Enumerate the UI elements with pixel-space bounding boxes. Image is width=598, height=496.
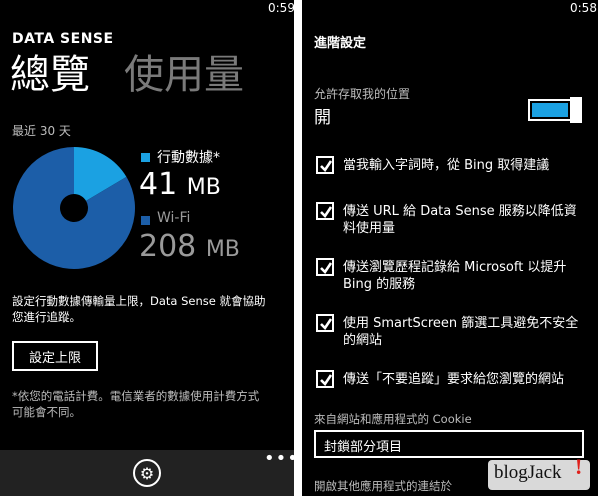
location-label: 允許存取我的位置 (314, 87, 411, 101)
pivot-usage[interactable]: 使用量 (124, 49, 244, 101)
cellular-swatch (141, 153, 150, 162)
checkbox-browsing-history[interactable] (316, 258, 334, 276)
toggle-fill (532, 103, 568, 117)
cookie-select[interactable]: 封鎖部分項目 (314, 430, 584, 458)
gear-icon[interactable]: ⚙ (133, 459, 161, 487)
checkbox-bing-suggestions[interactable] (316, 156, 334, 174)
checkbox-data-sense-url[interactable] (316, 202, 334, 220)
toggle-thumb (570, 97, 582, 123)
footnote: *依您的電話計費。電信業者的數據使用計費方式 可能會不同。 (12, 389, 260, 419)
set-limit-button[interactable]: 設定上限 (12, 341, 98, 371)
location-state: 開 (314, 108, 331, 128)
status-clock: 0:59 (268, 1, 294, 15)
status-clock: 0:58 (570, 1, 597, 15)
option-browsing-history-label: 傳送瀏覽歷程記錄給 Microsoft 以提升 Bing 的服務 (343, 260, 567, 292)
pivot-overview[interactable]: 總覽 (10, 49, 90, 101)
option-bing-suggestions-label: 當我輸入字詞時，從 Bing 取得建議 (343, 158, 550, 173)
usage-pie-chart (12, 147, 136, 269)
data-sense-screen: 0:59 DATA SENSE 總覽 使用量 最近 30 天 行動數據* 41 … (0, 0, 294, 496)
ellipsis-icon[interactable]: ••• (264, 448, 294, 469)
location-toggle[interactable] (528, 97, 582, 123)
wifi-swatch (141, 216, 150, 225)
option-smartscreen-label: 使用 SmartScreen 篩選工具避免不安全 的網站 (343, 316, 579, 348)
description-text: 設定行動數據傳輸量上限，Data Sense 就會協助 您進行追蹤。 (12, 294, 266, 324)
option-data-sense-url-label: 傳送 URL 給 Data Sense 服務以降低資 料使用量 (343, 204, 577, 236)
wifi-value: 208 MB (139, 229, 240, 264)
watermark-logo: blogJack ! (488, 454, 590, 490)
period-label: 最近 30 天 (12, 124, 71, 138)
cellular-value: 41 MB (139, 167, 221, 202)
advanced-settings-screen: 0:58 進階設定 允許存取我的位置 開 當我輸入字詞時，從 Bing 取得建議… (302, 0, 598, 496)
cookie-label: 來自網站和應用程式的 Cookie (314, 412, 472, 426)
wifi-label: Wi-Fi (157, 210, 191, 226)
app-bar: ⚙ ••• (0, 448, 294, 496)
page-title: 進階設定 (314, 36, 367, 51)
option-do-not-track-label: 傳送「不要追蹤」要求給您瀏覽的網站 (343, 372, 565, 387)
app-title: DATA SENSE (12, 31, 114, 47)
checkbox-smartscreen[interactable] (316, 314, 334, 332)
cellular-label: 行動數據* (157, 150, 220, 166)
open-links-label: 開啟其他應用程式的連結於 (314, 479, 452, 493)
checkbox-do-not-track[interactable] (316, 370, 334, 388)
